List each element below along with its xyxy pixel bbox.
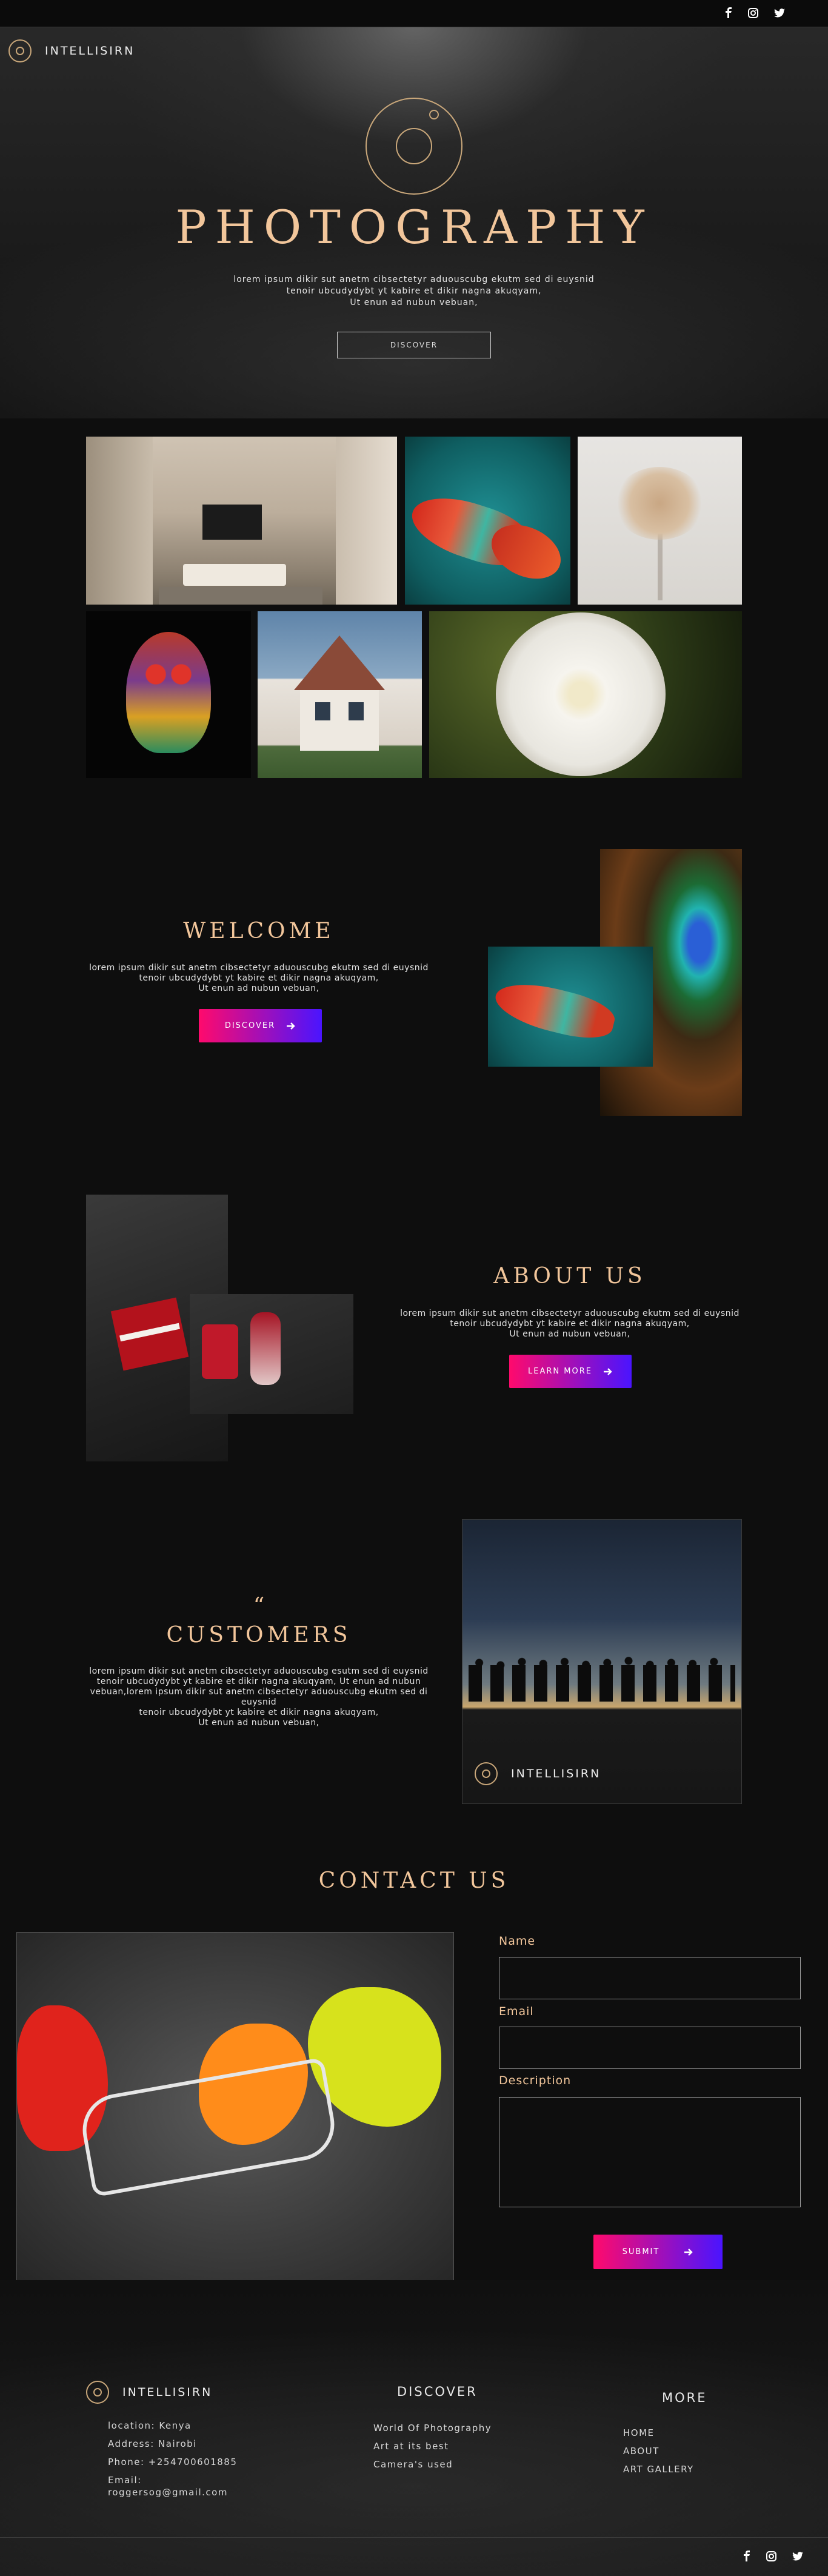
- gallery-chameleon-photo[interactable]: [405, 437, 570, 605]
- hero-lens-icon: [366, 98, 462, 195]
- footer-divider: [0, 2537, 828, 2538]
- hero-discover-button[interactable]: DISCOVER: [337, 332, 491, 358]
- customers-logo: INTELLISIRN: [475, 1762, 601, 1785]
- footer-social-links: [743, 2551, 803, 2561]
- twitter-icon[interactable]: [774, 8, 785, 18]
- footer-more-list: HOME ABOUT ART GALLERY: [623, 2427, 694, 2475]
- about-learn-more-button[interactable]: LEARN MORE: [509, 1355, 632, 1388]
- customers-crowd-photo[interactable]: INTELLISIRN: [462, 1519, 742, 1804]
- footer-link[interactable]: Camera's used: [373, 2458, 492, 2470]
- welcome-description: lorem ipsum dikir sut anetm cibsectetyr …: [89, 963, 429, 993]
- arrow-right-icon: [684, 2248, 693, 2256]
- quote-icon: “: [253, 1594, 265, 1618]
- description-field[interactable]: [499, 2097, 801, 2207]
- welcome-title: WELCOME: [183, 919, 335, 944]
- footer-discover-heading: DISCOVER: [397, 2384, 478, 2399]
- footer-discover-list: World Of Photography Art at its best Cam…: [373, 2422, 492, 2470]
- top-social-bar: [0, 0, 828, 27]
- footer-link[interactable]: Art at its best: [373, 2440, 492, 2452]
- email-label: Email: [499, 2005, 534, 2018]
- facebook-icon[interactable]: [743, 2551, 750, 2561]
- welcome-discover-button[interactable]: DISCOVER: [199, 1009, 322, 1042]
- footer-logo[interactable]: INTELLISIRN: [86, 2381, 212, 2404]
- description-label: Description: [499, 2074, 572, 2087]
- contact-handshake-photo: [16, 1932, 454, 2283]
- email-field[interactable]: [499, 2027, 801, 2069]
- gallery-sugar-skull-photo[interactable]: [86, 611, 251, 778]
- gallery-living-room-photo[interactable]: [86, 437, 397, 605]
- footer-contact-info: location: Kenya Address: Nairobi Phone: …: [108, 2420, 238, 2498]
- camera-lens-icon: [86, 2381, 109, 2404]
- footer-email-link[interactable]: roggersog@gmail.com: [108, 2486, 237, 2498]
- submit-button[interactable]: SUBMIT: [593, 2235, 723, 2269]
- camera-lens-icon: [8, 39, 32, 62]
- twitter-icon[interactable]: [792, 2551, 803, 2561]
- name-label: Name: [499, 1934, 536, 1948]
- camera-lens-icon: [475, 1762, 498, 1785]
- footer-link-about[interactable]: ABOUT: [623, 2445, 694, 2457]
- brand-name: INTELLISIRN: [45, 44, 135, 58]
- footer-link[interactable]: World Of Photography: [373, 2422, 492, 2434]
- instagram-icon[interactable]: [766, 2551, 776, 2561]
- about-description: lorem ipsum dikir sut anetm cibsectetyr …: [400, 1309, 740, 1339]
- name-field[interactable]: [499, 1957, 801, 1999]
- footer-link-art-gallery[interactable]: ART GALLERY: [623, 2463, 694, 2475]
- footer-more-heading: MORE: [662, 2390, 707, 2405]
- facebook-icon[interactable]: [725, 7, 732, 18]
- welcome-chameleon-photo[interactable]: [488, 947, 653, 1067]
- customers-description: lorem ipsum dikir sut anetm cibsectetyr …: [89, 1666, 429, 1728]
- arrow-right-icon: [287, 1022, 295, 1030]
- arrow-right-icon: [603, 1367, 612, 1375]
- top-social-links: [725, 7, 785, 18]
- header-logo[interactable]: INTELLISIRN: [8, 39, 135, 62]
- footer-link-home[interactable]: HOME: [623, 2427, 694, 2439]
- contact-title: CONTACT US: [318, 1868, 510, 1893]
- gallery-dried-flower-photo[interactable]: [578, 437, 742, 605]
- hero-description: lorem ipsum dikir sut anetm cibsectetyr …: [233, 275, 595, 307]
- about-title: ABOUT US: [493, 1264, 646, 1289]
- gallery-house-photo[interactable]: [258, 611, 422, 778]
- gallery-dahlia-photo[interactable]: [429, 611, 742, 778]
- gift-photo-front[interactable]: [190, 1294, 353, 1414]
- instagram-icon[interactable]: [748, 7, 758, 18]
- customers-title: CUSTOMERS: [166, 1623, 352, 1648]
- hero-title: PHOTOGRAPHY: [175, 200, 653, 254]
